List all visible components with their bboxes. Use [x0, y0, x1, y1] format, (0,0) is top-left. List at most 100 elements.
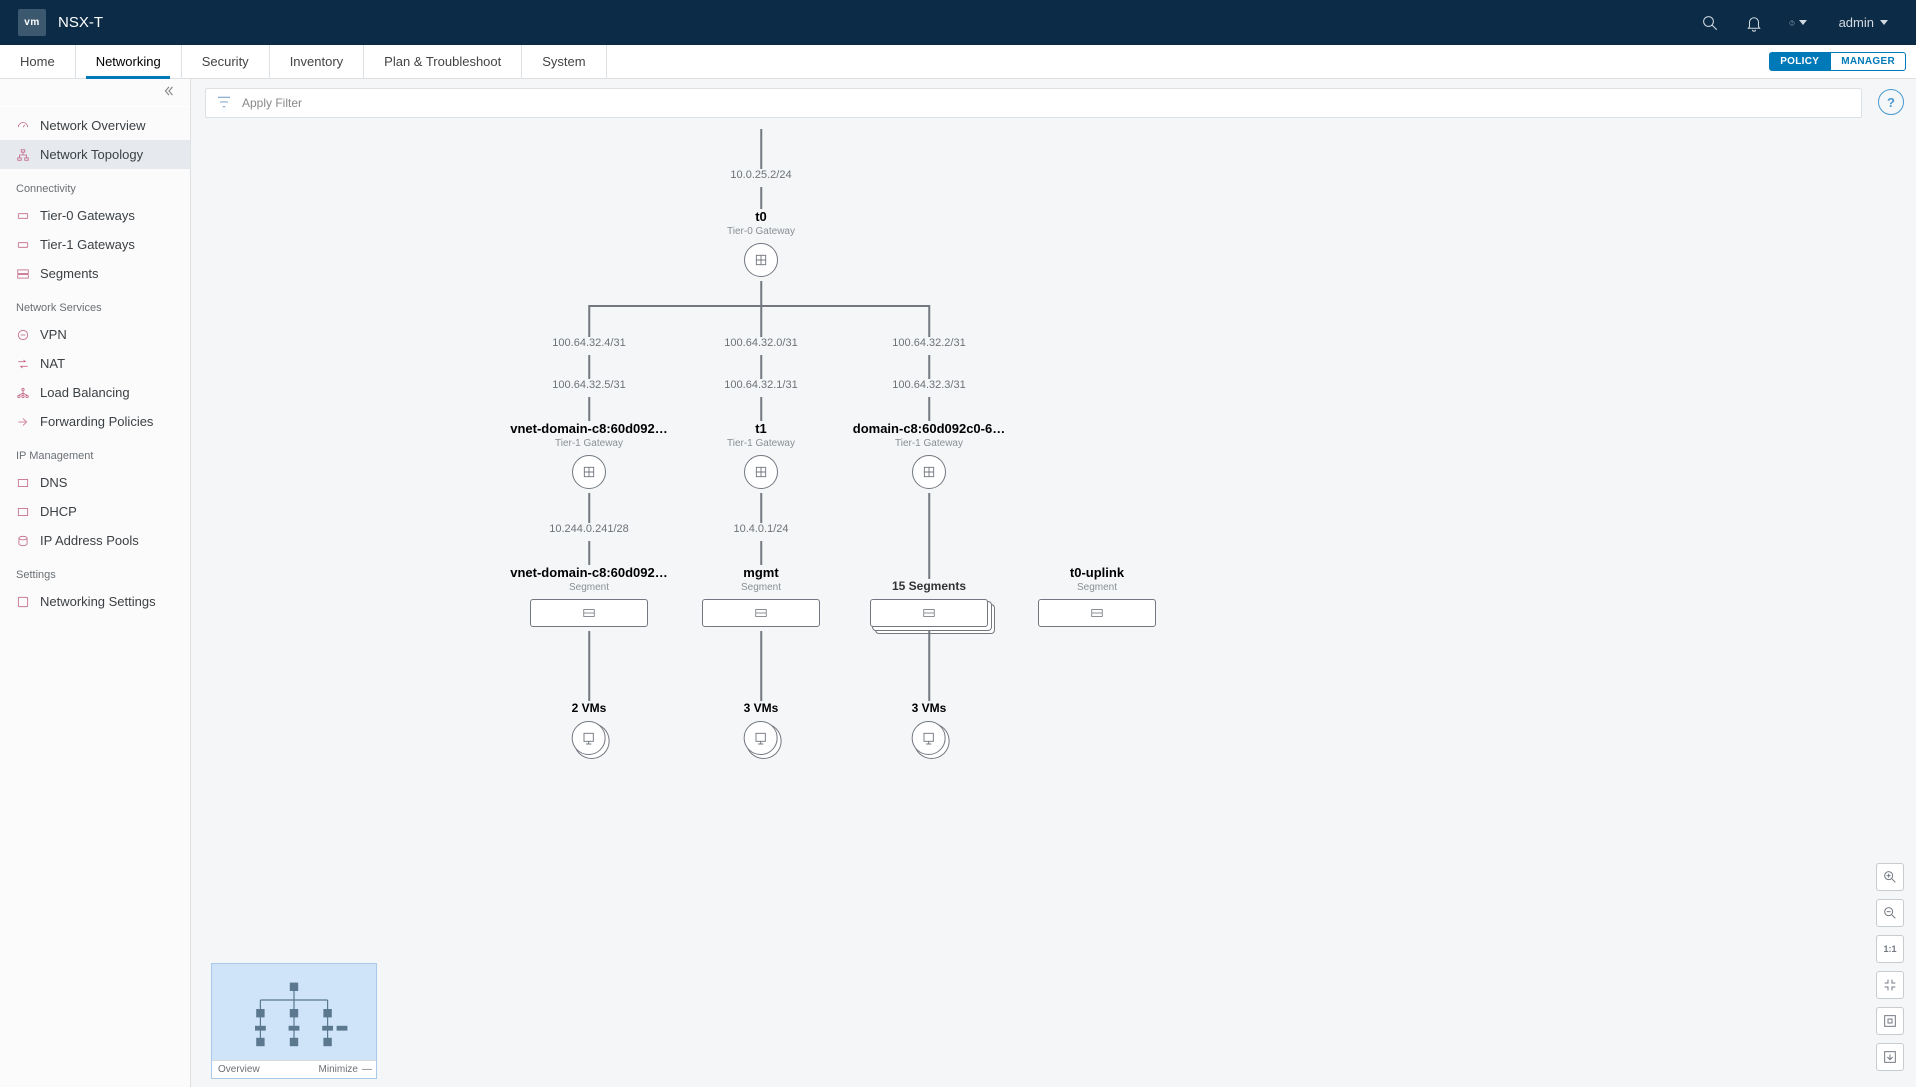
caret-down-icon	[1880, 20, 1888, 25]
loadbalancer-icon	[16, 386, 30, 400]
tab-system[interactable]: System	[522, 45, 606, 78]
secondary-nav: Home Networking Security Inventory Plan …	[0, 45, 1916, 79]
link-ip: 100.64.32.2/31	[892, 337, 965, 349]
tab-plan-troubleshoot[interactable]: Plan & Troubleshoot	[364, 45, 522, 78]
sidebar-item-label: VPN	[40, 327, 67, 342]
sidebar-item-label: Tier-1 Gateways	[40, 237, 135, 252]
filter-bar[interactable]: Apply Filter	[205, 88, 1862, 118]
t1-gateway-node[interactable]: t1 Tier-1 Gateway	[681, 421, 841, 489]
help-icon[interactable]	[1789, 14, 1807, 32]
tab-inventory[interactable]: Inventory	[270, 45, 364, 78]
sidebar-item-label: Network Topology	[40, 147, 143, 162]
topology-icon	[16, 148, 30, 162]
sidebar-item-label: NAT	[40, 356, 65, 371]
segment-group-node[interactable]: 15 Segments	[849, 579, 1009, 627]
link-ip: 100.64.32.5/31	[552, 379, 625, 391]
bell-icon[interactable]	[1745, 14, 1763, 32]
segment-icon	[702, 599, 820, 627]
minimap-minimize-button[interactable]: Minimize—	[319, 1064, 370, 1075]
dhcp-icon	[16, 505, 30, 519]
link-ip: 100.64.32.4/31	[552, 337, 625, 349]
router-icon	[16, 238, 30, 252]
segment-icon	[1038, 599, 1156, 627]
sidebar-item-label: DHCP	[40, 504, 77, 519]
segment-node[interactable]: mgmt Segment	[681, 565, 841, 627]
minimap-title: Overview	[218, 1064, 260, 1075]
sidebar-item-dhcp[interactable]: DHCP	[0, 497, 190, 526]
minimap[interactable]: Overview Minimize—	[211, 963, 377, 1079]
sidebar-header-ip-management: IP Management	[0, 436, 190, 468]
nat-icon	[16, 357, 30, 371]
topbar-actions: admin	[1701, 14, 1916, 32]
gateway-icon	[744, 243, 778, 277]
sidebar-item-load-balancing[interactable]: Load Balancing	[0, 378, 190, 407]
sidebar-item-label: Network Overview	[40, 118, 145, 133]
sidebar-item-label: Tier-0 Gateways	[40, 208, 135, 223]
tab-security[interactable]: Security	[182, 45, 270, 78]
vm-group-node[interactable]: 2 VMs	[572, 701, 607, 755]
t0-gateway-node[interactable]: t0 Tier-0 Gateway	[727, 209, 795, 277]
sidebar-header-settings: Settings	[0, 555, 190, 587]
top-bar: vm NSX-T admin	[0, 0, 1916, 45]
brand: vm NSX-T	[0, 9, 103, 36]
search-icon[interactable]	[1701, 14, 1719, 32]
vm-group-node[interactable]: 3 VMs	[912, 701, 947, 755]
sidebar-item-tier1-gateways[interactable]: Tier-1 Gateways	[0, 230, 190, 259]
segment-node[interactable]: t0-uplink Segment	[1017, 565, 1177, 627]
sidebar-item-forwarding-policies[interactable]: Forwarding Policies	[0, 407, 190, 436]
dns-icon	[16, 476, 30, 490]
vm-icon	[912, 721, 946, 755]
mode-policy-button[interactable]: POLICY	[1769, 52, 1830, 71]
user-menu[interactable]: admin	[1833, 15, 1888, 30]
sidebar-item-ip-address-pools[interactable]: IP Address Pools	[0, 526, 190, 555]
sidebar: Network Overview Network Topology Connec…	[0, 79, 191, 1087]
topology-diagram: 10.0.25.2/24 t0 Tier-0 Gateway 100.64.32…	[191, 129, 1916, 1087]
mode-toggle: POLICY MANAGER	[1769, 45, 1916, 78]
segment-icon	[16, 267, 30, 281]
sidebar-header-connectivity: Connectivity	[0, 169, 190, 201]
gateway-icon	[744, 455, 778, 489]
gateway-icon	[572, 455, 606, 489]
ip-pool-icon	[16, 534, 30, 548]
sidebar-item-label: Forwarding Policies	[40, 414, 153, 429]
sidebar-item-network-topology[interactable]: Network Topology	[0, 140, 190, 169]
t1-gateway-node[interactable]: domain-c8:60d092c0-6… Tier-1 Gateway	[849, 421, 1009, 489]
sidebar-item-tier0-gateways[interactable]: Tier-0 Gateways	[0, 201, 190, 230]
mode-manager-button[interactable]: MANAGER	[1830, 52, 1906, 71]
user-label: admin	[1839, 15, 1874, 30]
segment-ip: 10.244.0.241/28	[549, 523, 629, 535]
help-button[interactable]: ?	[1878, 89, 1904, 115]
sidebar-item-label: DNS	[40, 475, 67, 490]
nav-tabs: Home Networking Security Inventory Plan …	[0, 45, 607, 78]
sidebar-item-label: Load Balancing	[40, 385, 130, 400]
vm-icon	[572, 721, 606, 755]
sidebar-item-segments[interactable]: Segments	[0, 259, 190, 288]
t1-gateway-node[interactable]: vnet-domain-c8:60d092… Tier-1 Gateway	[509, 421, 669, 489]
tab-home[interactable]: Home	[0, 45, 76, 78]
link-ip: 100.64.32.1/31	[724, 379, 797, 391]
tab-networking[interactable]: Networking	[76, 45, 182, 78]
gateway-icon	[912, 455, 946, 489]
topology-canvas[interactable]: Apply Filter ? 1:1 10.0.25.2/24 t0 Tier-…	[191, 79, 1916, 1087]
segment-node[interactable]: vnet-domain-c8:60d092… Segment	[509, 565, 669, 627]
sidebar-item-label: Segments	[40, 266, 99, 281]
funnel-icon	[216, 94, 232, 113]
sidebar-item-vpn[interactable]: VPN	[0, 320, 190, 349]
brand-logo: vm	[18, 9, 46, 36]
brand-name: NSX-T	[58, 14, 103, 31]
vm-group-node[interactable]: 3 VMs	[744, 701, 779, 755]
segment-ip: 10.4.0.1/24	[733, 523, 788, 535]
sidebar-item-network-overview[interactable]: Network Overview	[0, 111, 190, 140]
sidebar-item-dns[interactable]: DNS	[0, 468, 190, 497]
router-icon	[16, 209, 30, 223]
sidebar-collapse[interactable]	[0, 79, 190, 107]
sidebar-item-networking-settings[interactable]: Networking Settings	[0, 587, 190, 616]
vm-icon	[744, 721, 778, 755]
uplink-ip: 10.0.25.2/24	[730, 169, 791, 181]
link-ip: 100.64.32.0/31	[724, 337, 797, 349]
sidebar-item-label: IP Address Pools	[40, 533, 139, 548]
segment-icon	[530, 599, 648, 627]
sidebar-header-network-services: Network Services	[0, 288, 190, 320]
link-ip: 100.64.32.3/31	[892, 379, 965, 391]
sidebar-item-nat[interactable]: NAT	[0, 349, 190, 378]
